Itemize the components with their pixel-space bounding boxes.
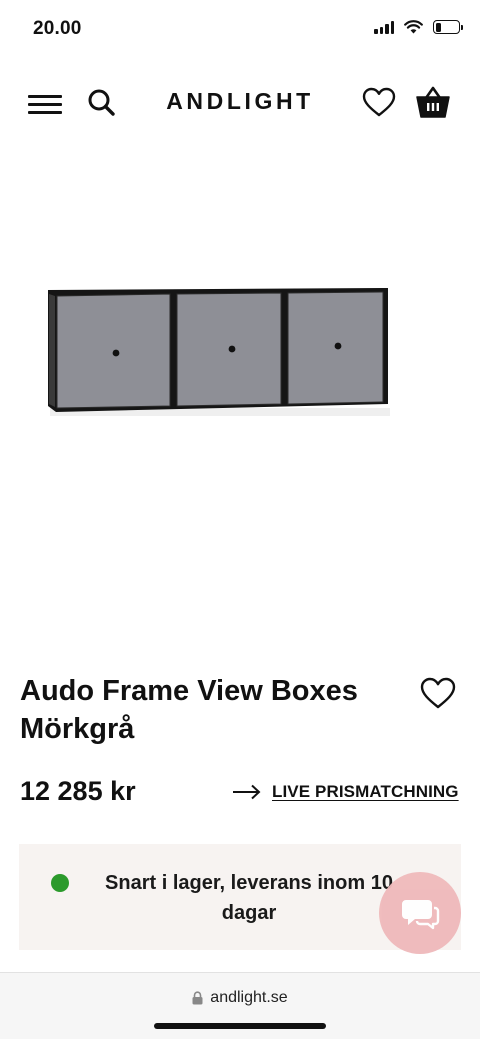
site-logo[interactable]: ANDLIGHT	[0, 88, 480, 115]
site-header: ANDLIGHT	[0, 70, 480, 134]
battery-icon	[433, 20, 463, 34]
arrow-right-icon	[233, 784, 261, 800]
box-knob-2	[228, 345, 236, 353]
product-title: Audo Frame View Boxes Mörkgrå	[20, 675, 358, 745]
signal-icon	[374, 20, 394, 34]
box-knob-1	[112, 349, 120, 357]
product-price: 12 285 kr	[20, 776, 136, 806]
shelf-side	[49, 294, 55, 407]
stock-status-dot	[51, 874, 69, 892]
cart-button[interactable]	[414, 84, 452, 120]
heart-icon	[420, 677, 456, 709]
wishlist-button[interactable]	[361, 86, 397, 120]
status-time: 20.00	[33, 18, 82, 39]
basket-icon	[416, 86, 450, 118]
url-text: andlight.se	[210, 989, 288, 1006]
product-image[interactable]	[0, 150, 480, 650]
status-bar: 20.00	[0, 0, 480, 58]
browser-address-bar[interactable]: andlight.se	[0, 972, 480, 1039]
price-match-link[interactable]: LIVE PRISMATCHNING	[232, 782, 459, 802]
home-indicator[interactable]	[154, 1023, 326, 1029]
price-match-label: LIVE PRISMATCHNING	[272, 782, 459, 801]
status-icons	[374, 20, 463, 34]
shelf-illustration	[48, 288, 390, 416]
chat-button[interactable]	[379, 872, 461, 954]
product-wishlist-button[interactable]	[418, 676, 458, 712]
chat-icon	[402, 900, 440, 930]
url-display[interactable]: andlight.se	[0, 989, 480, 1007]
lock-icon	[192, 991, 203, 1005]
stock-status-text: Snart i lager, leverans inom 10 dagar	[105, 872, 393, 924]
box-knob-3	[334, 342, 342, 350]
heart-icon	[362, 87, 396, 117]
wifi-icon	[404, 20, 423, 34]
